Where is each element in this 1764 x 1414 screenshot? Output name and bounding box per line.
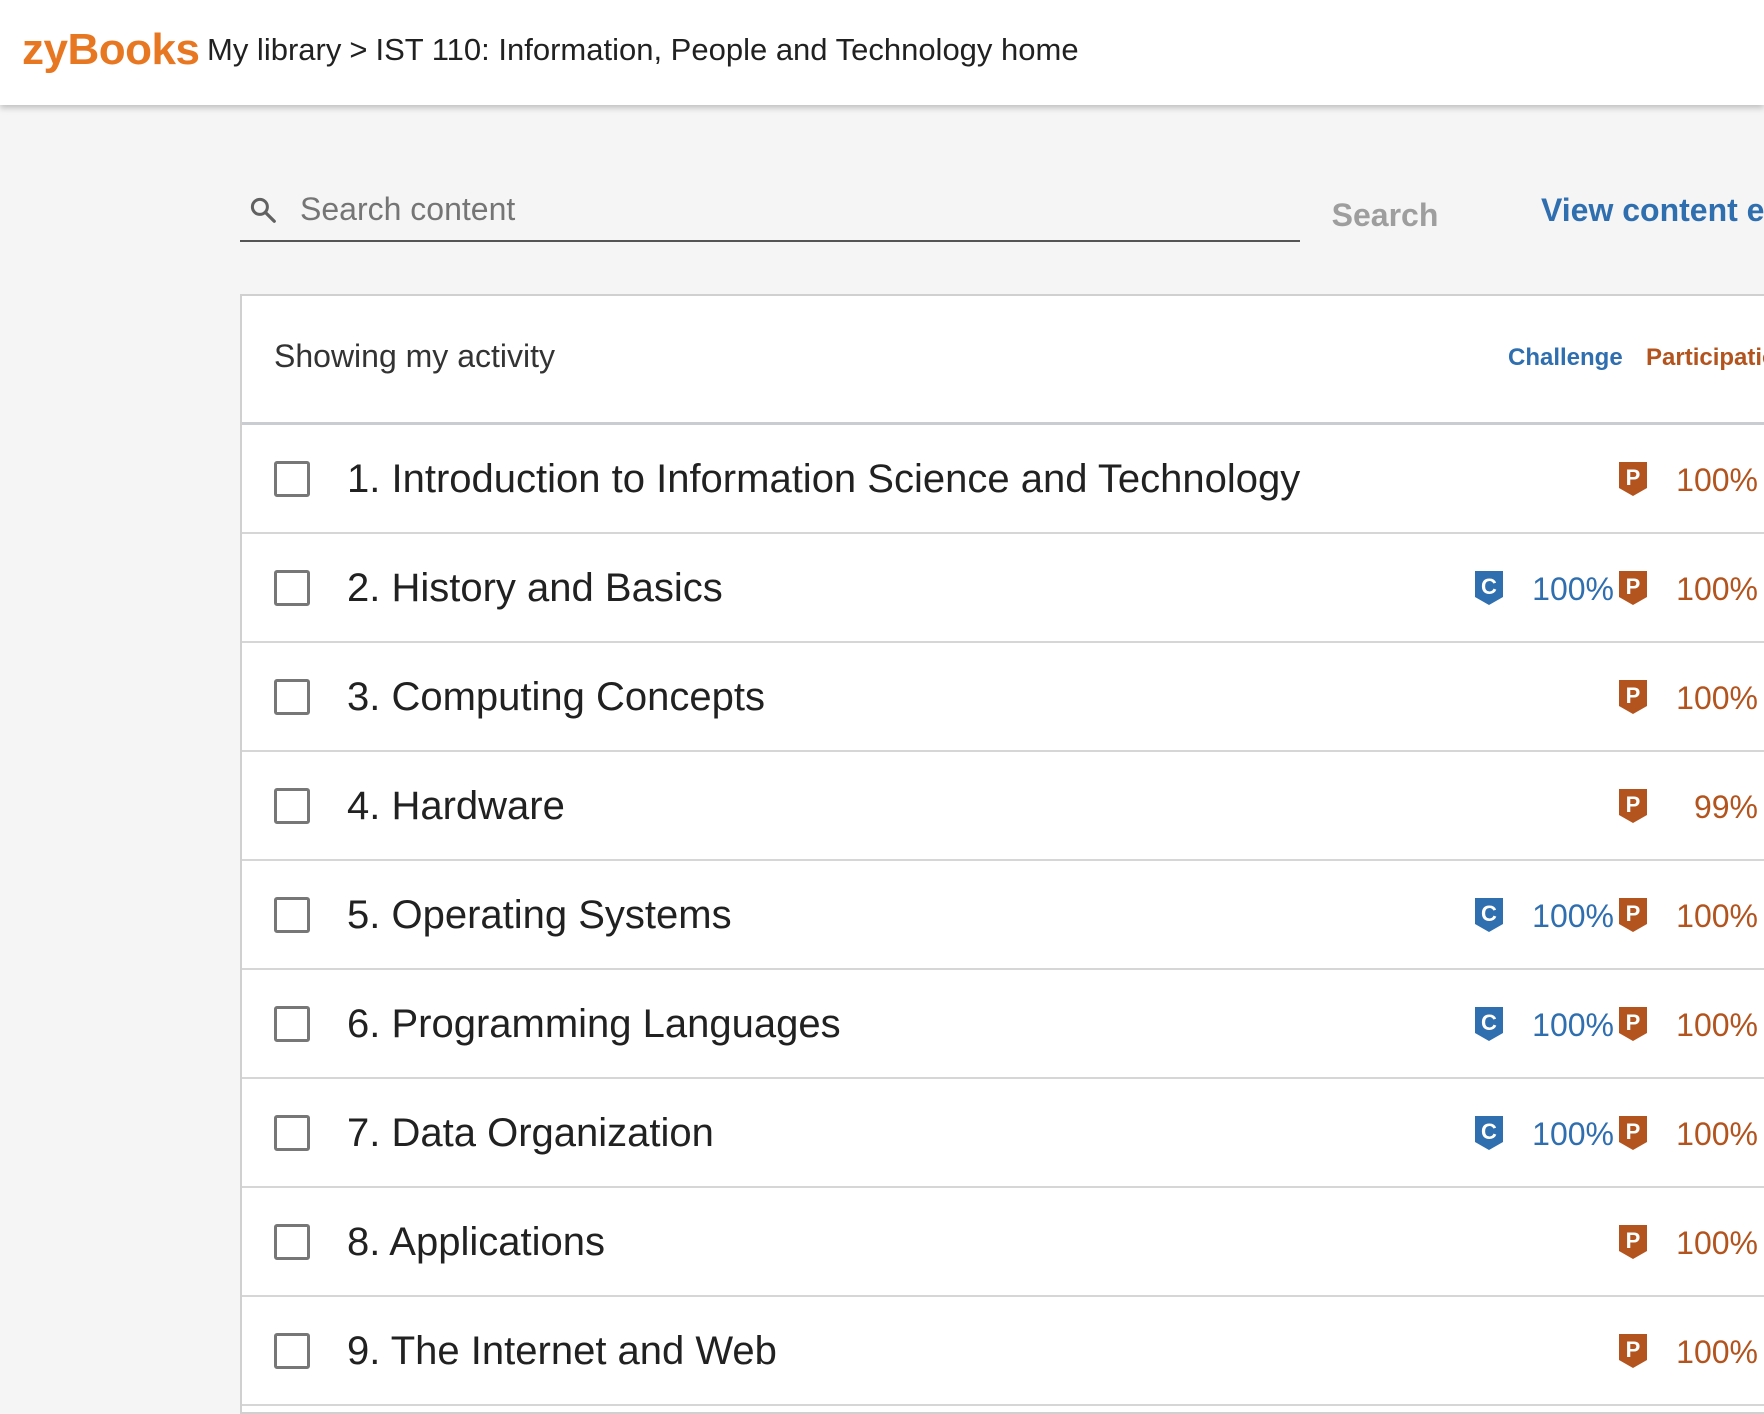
chapter-title[interactable]: 9. The Internet and Web (347, 1327, 777, 1375)
activity-title: Showing my activity (274, 338, 555, 374)
chapter-title[interactable]: 7. Data Organization (347, 1109, 714, 1157)
svg-text:P: P (1626, 683, 1641, 708)
svg-text:C: C (1481, 1119, 1497, 1144)
participation-percent: 99% (1693, 789, 1758, 825)
chapter-title[interactable]: 5. Operating Systems (347, 891, 732, 939)
challenge-badge-icon: C (1475, 571, 1503, 605)
challenge-percent: 100% (1532, 1116, 1614, 1152)
participation-badge-icon: P (1619, 462, 1647, 496)
participation-percent: 100% (1676, 571, 1758, 607)
search-field (240, 180, 1300, 242)
challenge-percent: 100% (1532, 898, 1614, 934)
chapter-row[interactable]: 6. Programming Languages C 100% P 100% (242, 970, 1764, 1079)
chapter-row[interactable]: 9. The Internet and Web P 100% (242, 1297, 1764, 1406)
participation-percent: 100% (1676, 680, 1758, 716)
participation-badge-icon: P (1619, 1334, 1647, 1368)
svg-text:P: P (1626, 901, 1641, 926)
svg-text:P: P (1626, 465, 1641, 490)
participation-percent: 100% (1676, 1007, 1758, 1043)
view-content-link[interactable]: View content ex (1541, 192, 1764, 229)
svg-text:C: C (1481, 901, 1497, 926)
svg-text:P: P (1626, 1010, 1641, 1035)
breadcrumb-separator: > (349, 32, 368, 67)
chapter-title[interactable]: 4. Hardware (347, 782, 565, 830)
participation-badge-icon: P (1619, 571, 1647, 605)
challenge-percent: 100% (1532, 571, 1614, 607)
chapter-row[interactable]: 4. Hardware P 99% (242, 752, 1764, 861)
svg-text:C: C (1481, 1010, 1497, 1035)
challenge-badge-icon: C (1475, 1116, 1503, 1150)
svg-text:P: P (1626, 1228, 1641, 1253)
participation-percent: 100% (1676, 462, 1758, 498)
challenge-badge-icon: C (1475, 1007, 1503, 1041)
chapter-checkbox[interactable] (274, 461, 310, 497)
chapter-checkbox[interactable] (274, 1333, 310, 1369)
participation-percent: 100% (1676, 898, 1758, 934)
top-bar: zyBooks My library > IST 110: Information,… (0, 0, 1764, 105)
search-input[interactable] (298, 186, 1282, 232)
participation-percent: 100% (1676, 1225, 1758, 1261)
svg-text:C: C (1481, 574, 1497, 599)
participation-badge-icon: P (1619, 898, 1647, 932)
chapter-row[interactable]: 3. Computing Concepts P 100% (242, 643, 1764, 752)
legend-challenge: Challenge (1508, 344, 1623, 371)
participation-percent: 100% (1676, 1116, 1758, 1152)
panel-header: Showing my activity Challenge Participat… (242, 296, 1764, 425)
svg-text:P: P (1626, 1119, 1641, 1144)
breadcrumb-current-page: IST 110: Information, People and Technol… (375, 32, 1079, 67)
search-button[interactable]: Search (1320, 190, 1450, 240)
chapter-checkbox[interactable] (274, 1224, 310, 1260)
legend-participation: Participatio (1646, 344, 1764, 371)
chapter-row[interactable]: 5. Operating Systems C 100% P 100% (242, 861, 1764, 970)
challenge-badge-icon: C (1475, 898, 1503, 932)
svg-text:P: P (1626, 1337, 1641, 1362)
svg-text:P: P (1626, 792, 1641, 817)
breadcrumb-my-library-link[interactable]: My library (207, 32, 341, 67)
participation-badge-icon: P (1619, 1116, 1647, 1150)
chapter-row[interactable]: 1. Introduction to Information Science a… (242, 425, 1764, 534)
chapter-checkbox[interactable] (274, 570, 310, 606)
participation-badge-icon: P (1619, 1007, 1647, 1041)
chapter-title[interactable]: 1. Introduction to Information Science a… (347, 455, 1300, 503)
chapter-list: 1. Introduction to Information Science a… (242, 425, 1764, 1406)
search-icon (250, 197, 276, 223)
chapter-title[interactable]: 8. Applications (347, 1218, 605, 1266)
chapter-row[interactable]: 8. Applications P 100% (242, 1188, 1764, 1297)
participation-badge-icon: P (1619, 680, 1647, 714)
participation-percent: 100% (1676, 1334, 1758, 1370)
chapter-checkbox[interactable] (274, 1115, 310, 1151)
chapter-row[interactable]: 2. History and Basics C 100% P 100% (242, 534, 1764, 643)
chapter-title[interactable]: 3. Computing Concepts (347, 673, 765, 721)
chapter-checkbox[interactable] (274, 897, 310, 933)
chapter-activity-panel: Showing my activity Challenge Participat… (240, 294, 1764, 1414)
chapter-title[interactable]: 2. History and Basics (347, 564, 723, 612)
chapter-row[interactable]: 7. Data Organization C 100% P 100% (242, 1079, 1764, 1188)
challenge-percent: 100% (1532, 1007, 1614, 1043)
participation-badge-icon: P (1619, 789, 1647, 823)
chapter-checkbox[interactable] (274, 788, 310, 824)
zybooks-logo[interactable]: zyBooks (22, 22, 200, 78)
chapter-checkbox[interactable] (274, 679, 310, 715)
participation-badge-icon: P (1619, 1225, 1647, 1259)
svg-text:P: P (1626, 574, 1641, 599)
chapter-title[interactable]: 6. Programming Languages (347, 1000, 841, 1048)
breadcrumb: My library > IST 110: Information, People … (207, 30, 1079, 70)
chapter-checkbox[interactable] (274, 1006, 310, 1042)
